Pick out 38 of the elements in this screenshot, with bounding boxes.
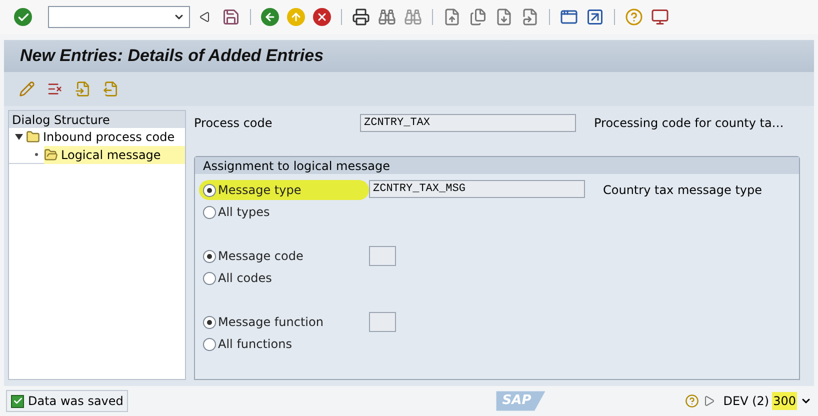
logo: SAP	[496, 391, 546, 411]
field-label: Process code	[194, 115, 274, 132]
field-description: Country tax message type	[603, 182, 762, 199]
input-field[interactable]	[369, 312, 396, 332]
field-description: Processing code for county ta…	[594, 115, 784, 132]
radio-label: All types	[218, 204, 270, 221]
client-number: 300	[772, 392, 797, 410]
input-field[interactable]	[369, 246, 396, 266]
folder-icon	[26, 130, 40, 144]
system-name: DEV (2)	[723, 393, 770, 410]
radio-button[interactable]	[203, 338, 216, 350]
input-field[interactable]: ZCNTRY_TAX	[360, 114, 576, 132]
triangle-right-icon[interactable]	[703, 395, 716, 407]
radio-button[interactable]	[203, 184, 216, 196]
radio-button[interactable]	[203, 250, 216, 262]
radio-label: All codes	[218, 270, 272, 287]
radio-label: Message code	[218, 248, 304, 265]
radio-label: Message type	[218, 182, 302, 199]
radio-button[interactable]	[203, 272, 216, 284]
radio-button[interactable]	[203, 316, 216, 328]
expand-triangle-icon[interactable]	[15, 133, 23, 141]
group-box-title: Assignment to logical message	[195, 157, 799, 174]
help-icon[interactable]	[685, 394, 700, 408]
radio-label: Message function	[218, 314, 324, 331]
help-icon[interactable]	[623, 6, 645, 28]
tree-item[interactable]: Inbound process code	[9, 128, 185, 146]
status-message: Data was saved	[6, 390, 128, 412]
success-icon	[11, 394, 24, 408]
panel-header: Dialog Structure	[9, 111, 185, 128]
bullet-icon	[35, 153, 38, 156]
command-field[interactable]	[48, 6, 190, 28]
tree-item[interactable]: Logical message	[44, 146, 185, 164]
page-title: New Entries: Details of Added Entries	[20, 45, 324, 68]
input-field[interactable]: ZCNTRY_TAX_MSG	[369, 180, 585, 198]
radio-button[interactable]	[203, 206, 216, 218]
radio-label: All functions	[218, 336, 292, 353]
open-folder-icon	[44, 148, 58, 162]
printer-icon[interactable]	[350, 6, 372, 28]
